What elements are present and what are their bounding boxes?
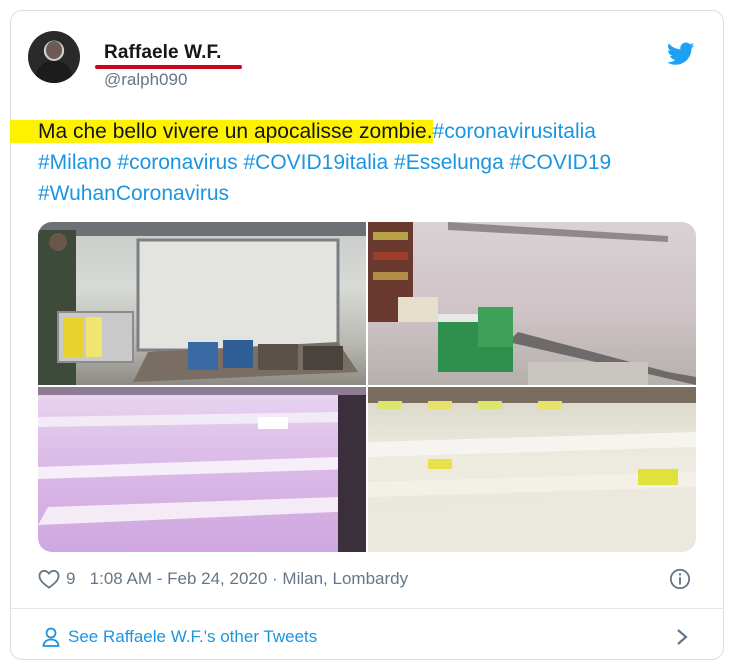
highlighted-text: Ma che bello vivere un apocalisse zombie… [38, 120, 433, 143]
timestamp[interactable]: 1:08 AM - Feb 24, 2020 [90, 569, 268, 589]
photo-empty-shelves-boxes[interactable] [368, 222, 696, 385]
display-name[interactable]: Raffaele W.F. [104, 42, 221, 64]
info-icon[interactable] [669, 568, 691, 590]
see-other-tweets-link[interactable]: See Raffaele W.F.'s other Tweets [42, 627, 317, 647]
twitter-bird-icon[interactable] [667, 42, 695, 66]
hashtag-covid19italia[interactable]: #COVID19italia [243, 151, 388, 174]
heart-icon[interactable] [38, 569, 60, 589]
hashtag-wuhancoronavirus[interactable]: #WuhanCoronavirus [38, 182, 229, 205]
person-icon [42, 627, 60, 647]
chevron-right-icon[interactable] [675, 628, 689, 646]
see-other-tweets-label[interactable]: See Raffaele W.F.'s other Tweets [68, 627, 317, 647]
hashtag-coronavirus[interactable]: #coronavirus [117, 151, 237, 174]
name-underline-annotation [95, 65, 242, 69]
tweet-meta: 9 1:08 AM - Feb 24, 2020 · Milan, Lombar… [38, 569, 408, 589]
tweet-text: Ma che bello vivere un apocalisse zombie… [38, 116, 698, 209]
divider [10, 608, 724, 609]
avatar[interactable] [28, 31, 80, 83]
hashtag-covid19[interactable]: #COVID19 [510, 151, 612, 174]
user-handle[interactable]: @ralph090 [104, 70, 187, 90]
hashtag-milano[interactable]: #Milano [38, 151, 112, 174]
photo-empty-fridge-shelves[interactable] [38, 387, 366, 552]
photo-empty-pallets[interactable] [38, 222, 366, 385]
hashtag-esselunga[interactable]: #Esselunga [394, 151, 504, 174]
photo-empty-wire-shelves[interactable] [368, 387, 696, 552]
hashtag-coronavirusitalia[interactable]: #coronavirusitalia [433, 120, 596, 143]
location[interactable]: Milan, Lombardy [282, 569, 408, 589]
photo-grid [38, 222, 696, 552]
like-count[interactable]: 9 [66, 569, 75, 589]
